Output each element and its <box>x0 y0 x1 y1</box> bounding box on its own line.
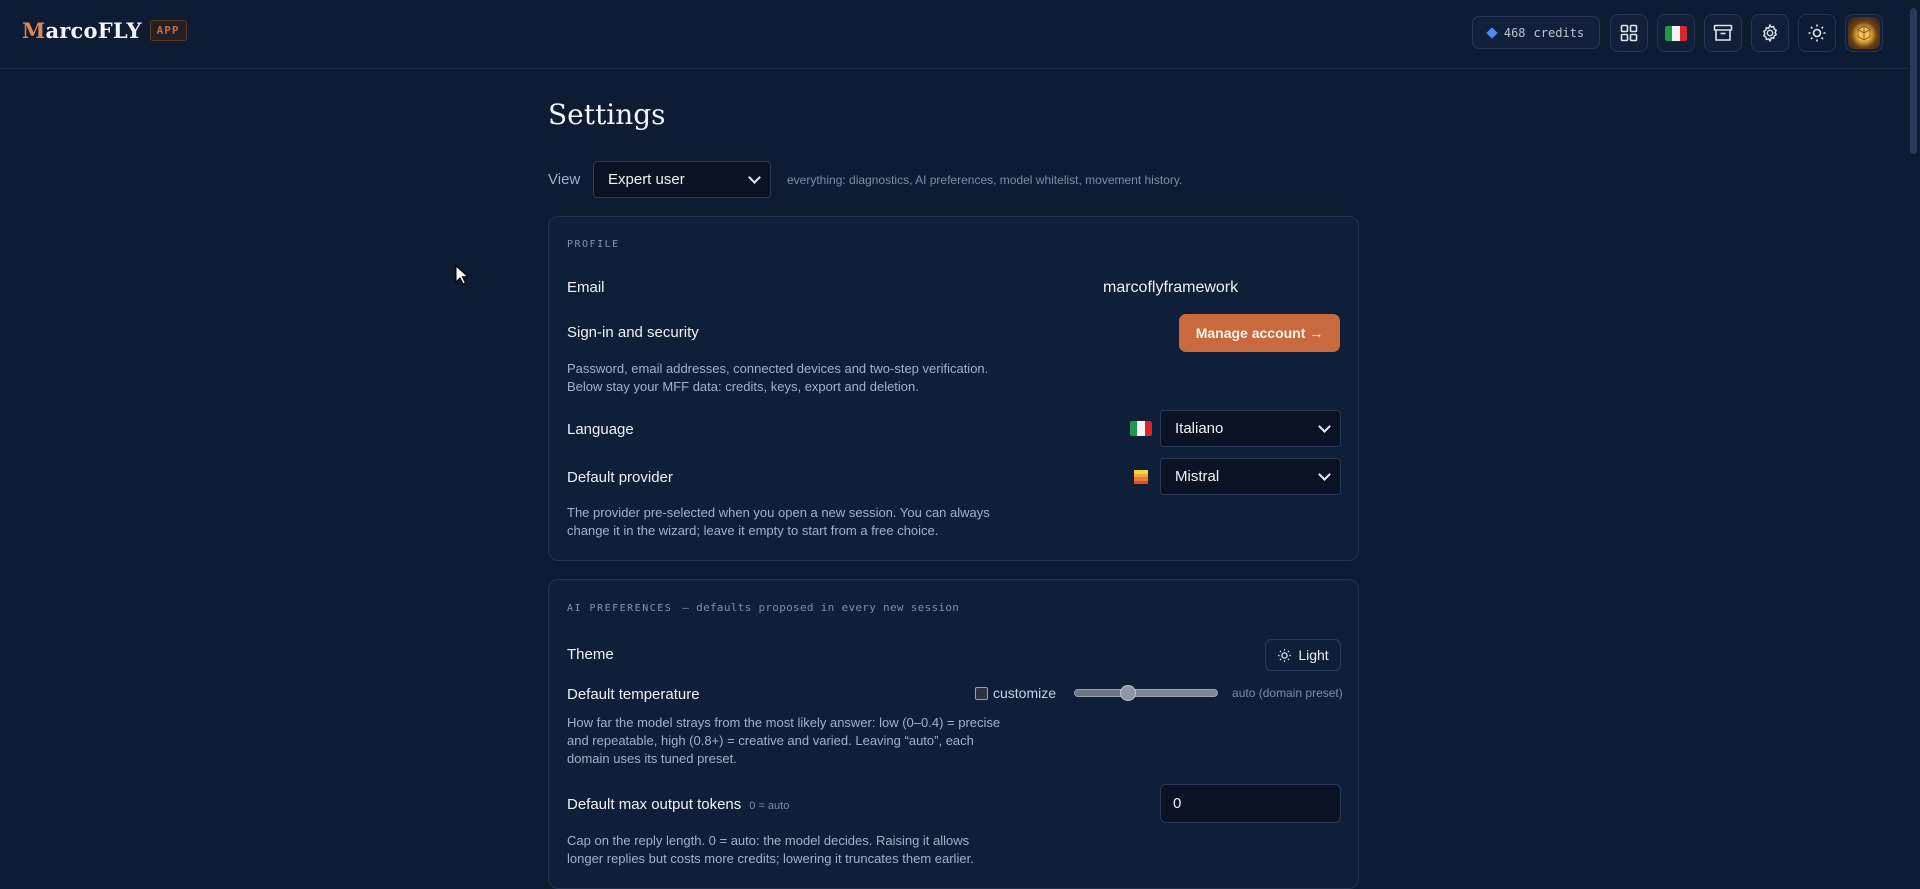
credits-badge[interactable]: 468 credits <box>1472 16 1600 49</box>
view-select[interactable]: Expert user <box>593 161 771 198</box>
scrollbar-thumb[interactable] <box>1910 8 1917 154</box>
page-title: Settings <box>548 98 666 131</box>
apps-button[interactable] <box>1610 14 1648 52</box>
language-flag-button[interactable] <box>1657 14 1695 52</box>
section-label-ai: AI PREFERENCES — defaults proposed in eve… <box>567 601 960 614</box>
credits-label: credits <box>1533 25 1585 40</box>
max-tokens-hint: 0 = auto <box>749 800 790 812</box>
signin-label: Sign-in and security <box>567 324 699 341</box>
diamond-icon <box>1486 26 1498 39</box>
customize-label[interactable]: customize <box>993 685 1056 701</box>
email-label: Email <box>567 279 605 296</box>
grid-icon <box>1620 24 1638 42</box>
ai-preferences-card: AI PREFERENCES — defaults proposed in eve… <box>548 579 1359 889</box>
max-tokens-description: Cap on the reply length. 0 = auto: the m… <box>567 833 974 866</box>
mistral-logo-icon <box>1134 470 1148 484</box>
archive-button[interactable] <box>1704 14 1742 52</box>
temperature-slider[interactable] <box>1074 685 1219 701</box>
flag-it-icon <box>1665 25 1687 41</box>
sun-icon <box>1808 24 1826 42</box>
max-tokens-label: Default max output tokens 0 = auto <box>567 796 790 813</box>
chevron-down-icon <box>1318 468 1331 481</box>
mouse-cursor-icon <box>455 265 468 285</box>
slider-thumb[interactable] <box>1119 685 1136 701</box>
archive-icon <box>1713 24 1733 41</box>
gear-icon <box>1762 23 1778 43</box>
profile-card: PROFILE Email marcoflyframework Sign-in … <box>548 216 1359 561</box>
language-label: Language <box>567 421 634 438</box>
section-label-profile: PROFILE <box>567 239 620 250</box>
credits-count: 468 <box>1503 25 1526 40</box>
manage-account-button[interactable]: Manage account → <box>1179 314 1340 352</box>
email-value: marcoflyframework <box>1103 279 1239 296</box>
provider-description: The provider pre-selected when you open … <box>567 505 990 538</box>
brand-logo: MarcoFLY <box>22 18 142 43</box>
avatar-cube-icon <box>1857 25 1871 41</box>
temperature-label: Default temperature <box>567 686 700 703</box>
theme-light-button[interactable]: Light <box>1265 639 1341 671</box>
temperature-description: How far the model strays from the most l… <box>567 715 1001 766</box>
brand[interactable]: MarcoFLY APP <box>22 18 187 43</box>
avatar <box>1848 17 1880 49</box>
chevron-down-icon <box>748 171 761 184</box>
top-bar: MarcoFLY APP 468 credits <box>0 0 1908 69</box>
language-select[interactable]: Italiano <box>1160 410 1341 447</box>
chevron-down-icon <box>1318 420 1331 433</box>
provider-label: Default provider <box>567 469 673 486</box>
signin-description: Password, email addresses, connected dev… <box>567 361 989 394</box>
sun-icon <box>1278 648 1292 662</box>
view-row: View Expert user everything: diagnostics… <box>548 161 1182 198</box>
view-hint: everything: diagnostics, AI preferences,… <box>787 172 1183 187</box>
flag-it-icon <box>1130 421 1152 436</box>
provider-select[interactable]: Mistral <box>1160 458 1341 495</box>
account-avatar-button[interactable] <box>1845 14 1883 52</box>
customize-checkbox[interactable] <box>975 686 988 700</box>
settings-button[interactable] <box>1751 14 1789 52</box>
temperature-controls: customize auto (domain preset) <box>975 684 1343 702</box>
view-label: View <box>548 171 581 188</box>
theme-label: Theme <box>567 646 614 663</box>
app-badge: APP <box>149 20 187 41</box>
max-tokens-input[interactable]: 0 <box>1160 784 1341 823</box>
theme-toggle-button[interactable] <box>1798 14 1836 52</box>
temperature-auto-hint: auto (domain preset) <box>1232 686 1343 700</box>
